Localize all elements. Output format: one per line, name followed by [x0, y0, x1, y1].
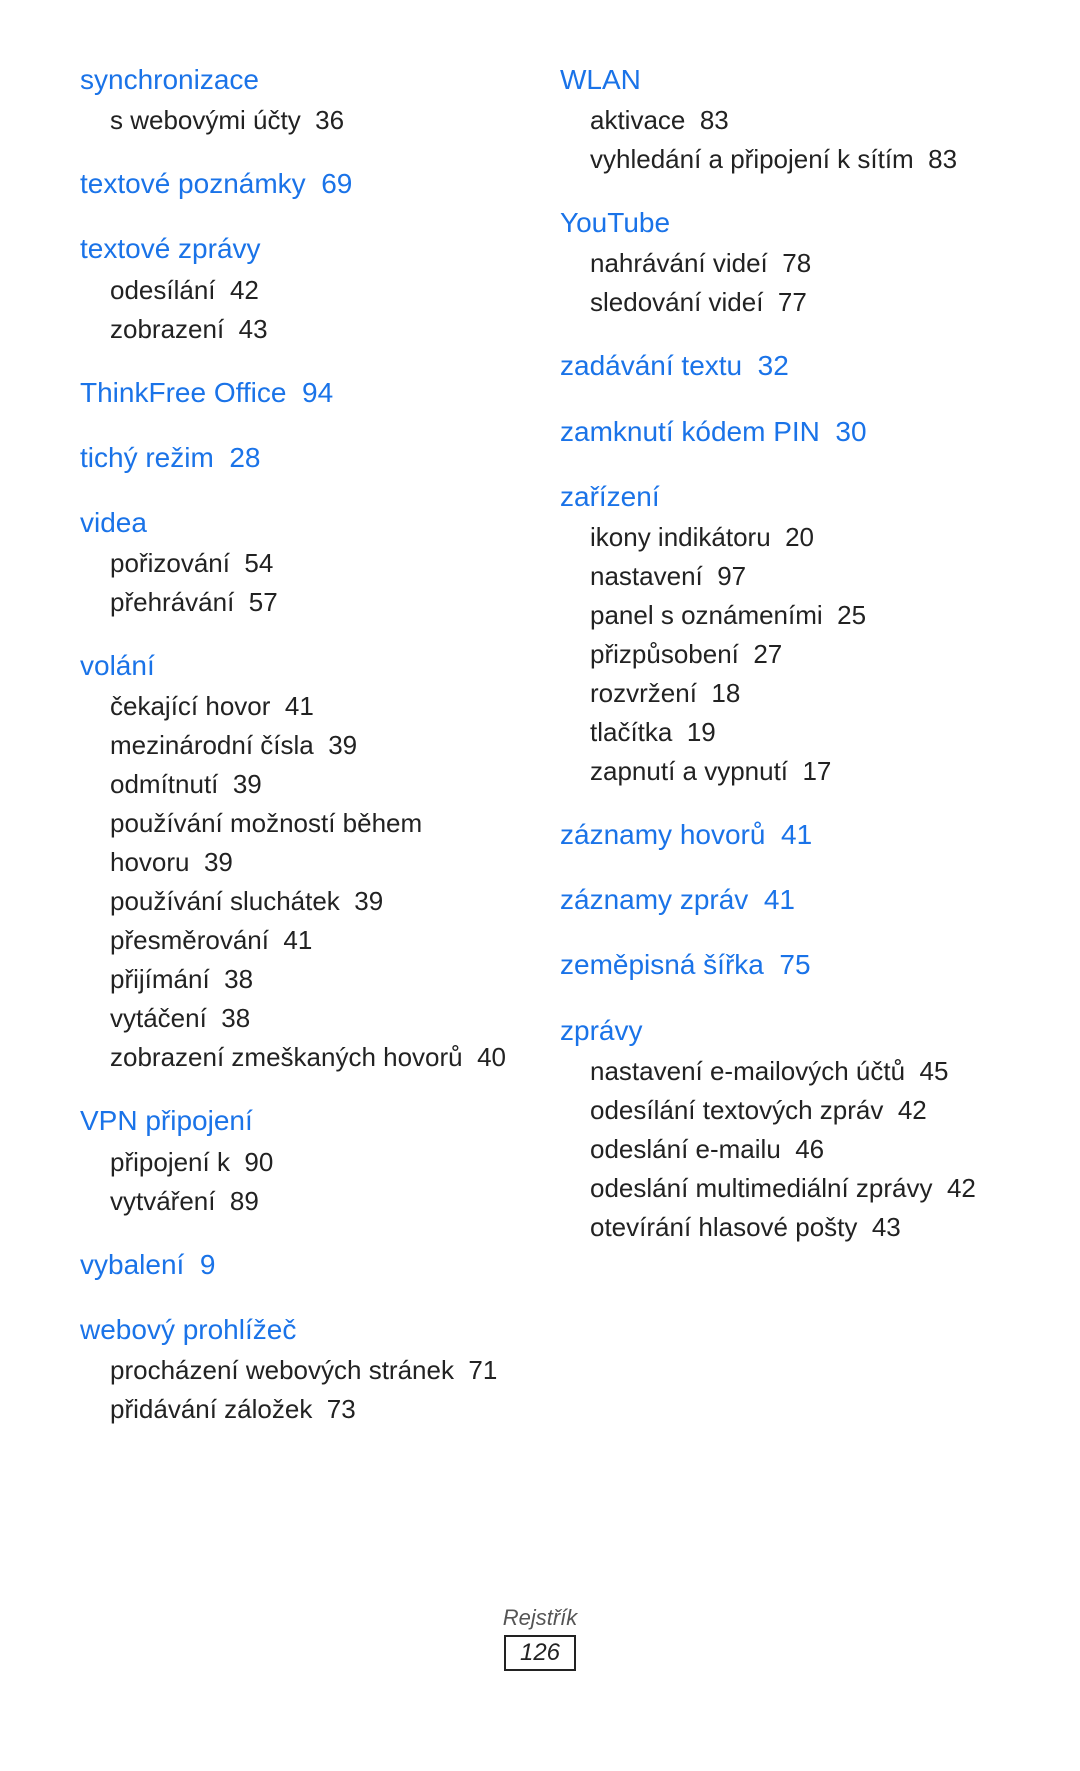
index-entry: videapořizování 54přehrávání 57: [80, 503, 520, 622]
entry-subitem: zobrazení 43: [80, 310, 520, 349]
entry-subitem: přijímání 38: [80, 960, 520, 999]
entry-subitem: přesměrování 41: [80, 921, 520, 960]
entry-heading: zadávání textu 32: [560, 346, 1000, 385]
entry-subitem: odeslání multimediální zprávy 42: [560, 1169, 1000, 1208]
entry-subitem: odesílání textových zpráv 42: [560, 1091, 1000, 1130]
entry-subitem: odesílání 42: [80, 271, 520, 310]
index-entry: VPN připojenípřipojení k 90vytváření 89: [80, 1101, 520, 1220]
entry-heading: záznamy hovorů 41: [560, 815, 1000, 854]
entry-subitem: sledování videí 77: [560, 283, 1000, 322]
entry-subitem: přidávání záložek 73: [80, 1390, 520, 1429]
entry-subitem: nahrávání videí 78: [560, 244, 1000, 283]
entry-subitem: panel s oznámeními 25: [560, 596, 1000, 635]
index-entry: textové zprávyodesílání 42zobrazení 43: [80, 229, 520, 348]
entry-heading: vybalení 9: [80, 1245, 520, 1284]
footer: Rejstřík 126: [80, 1605, 1000, 1691]
footer-page: 126: [504, 1635, 576, 1671]
entry-subitem: přehrávání 57: [80, 583, 520, 622]
index-entry: zprávynastavení e-mailových účtů 45odesí…: [560, 1011, 1000, 1247]
index-entry: zamknutí kódem PIN 30: [560, 412, 1000, 453]
entry-heading: webový prohlížeč: [80, 1310, 520, 1349]
index-entry: vybalení 9: [80, 1245, 520, 1286]
entry-heading: synchronizace: [80, 60, 520, 99]
index-entry: tichý režim 28: [80, 438, 520, 479]
index-entry: zadávání textu 32: [560, 346, 1000, 387]
entry-subitem: pořizování 54: [80, 544, 520, 583]
entry-subitem: odmítnutí 39: [80, 765, 520, 804]
entry-heading: volání: [80, 646, 520, 685]
entry-subitem: s webovými účty 36: [80, 101, 520, 140]
index-columns: synchronizaces webovými účty 36 textové p…: [80, 60, 1000, 1565]
entry-subitem: používání sluchátek 39: [80, 882, 520, 921]
entry-heading: textové zprávy: [80, 229, 520, 268]
entry-subitem: procházení webových stránek 71: [80, 1351, 520, 1390]
entry-heading: záznamy zpráv 41: [560, 880, 1000, 919]
entry-subitem: odeslání e-mailu 46: [560, 1130, 1000, 1169]
index-entry: zařízeníikony indikátoru 20nastavení 97p…: [560, 477, 1000, 791]
entry-heading: ThinkFree Office 94: [80, 373, 520, 412]
entry-subitem: otevírání hlasové pošty 43: [560, 1208, 1000, 1247]
entry-heading: zařízení: [560, 477, 1000, 516]
entry-subitem: mezinárodní čísla 39: [80, 726, 520, 765]
entry-subitem: nastavení 97: [560, 557, 1000, 596]
index-entry: voláníčekající hovor 41mezinárodní čísla…: [80, 646, 520, 1077]
entry-subitem: zobrazení zmeškaných hovorů 40: [80, 1038, 520, 1077]
index-entry: záznamy zpráv 41: [560, 880, 1000, 921]
entry-subitem: připojení k 90: [80, 1143, 520, 1182]
index-entry: záznamy hovorů 41: [560, 815, 1000, 856]
index-entry: WLANaktivace 83vyhledání a připojení k s…: [560, 60, 1000, 179]
entry-heading: zprávy: [560, 1011, 1000, 1050]
entry-heading: zamknutí kódem PIN 30: [560, 412, 1000, 451]
entry-heading: zeměpisná šířka 75: [560, 945, 1000, 984]
index-entry: YouTubenahrávání videí 78sledování videí…: [560, 203, 1000, 322]
page: synchronizaces webovými účty 36 textové p…: [0, 0, 1080, 1771]
entry-subitem: nastavení e-mailových účtů 45: [560, 1052, 1000, 1091]
entry-subitem: ikony indikátoru 20: [560, 518, 1000, 557]
entry-subitem: čekající hovor 41: [80, 687, 520, 726]
entry-heading: VPN připojení: [80, 1101, 520, 1140]
entry-subitem: vytváření 89: [80, 1182, 520, 1221]
entry-subitem: tlačítka 19: [560, 713, 1000, 752]
index-entry: textové poznámky 69: [80, 164, 520, 205]
footer-label: Rejstřík: [80, 1605, 1000, 1631]
entry-subitem: přizpůsobení 27: [560, 635, 1000, 674]
entry-heading: tichý režim 28: [80, 438, 520, 477]
entry-heading: videa: [80, 503, 520, 542]
index-entry: zeměpisná šířka 75: [560, 945, 1000, 986]
index-entry: ThinkFree Office 94: [80, 373, 520, 414]
entry-subitem: rozvržení 18: [560, 674, 1000, 713]
column-0: synchronizaces webovými účty 36 textové p…: [80, 60, 520, 1565]
entry-subitem: vyhledání a připojení k sítím 83: [560, 140, 1000, 179]
entry-subitem: zapnutí a vypnutí 17: [560, 752, 1000, 791]
entry-subitem: vytáčení 38: [80, 999, 520, 1038]
entry-subitem: používání možností během hovoru 39: [80, 804, 520, 882]
entry-heading: YouTube: [560, 203, 1000, 242]
index-entry: synchronizaces webovými účty 36: [80, 60, 520, 140]
index-entry: webový prohlížečprocházení webových strá…: [80, 1310, 520, 1429]
entry-subitem: aktivace 83: [560, 101, 1000, 140]
column-1: WLANaktivace 83vyhledání a připojení k s…: [560, 60, 1000, 1565]
entry-heading: WLAN: [560, 60, 1000, 99]
entry-heading: textové poznámky 69: [80, 164, 520, 203]
